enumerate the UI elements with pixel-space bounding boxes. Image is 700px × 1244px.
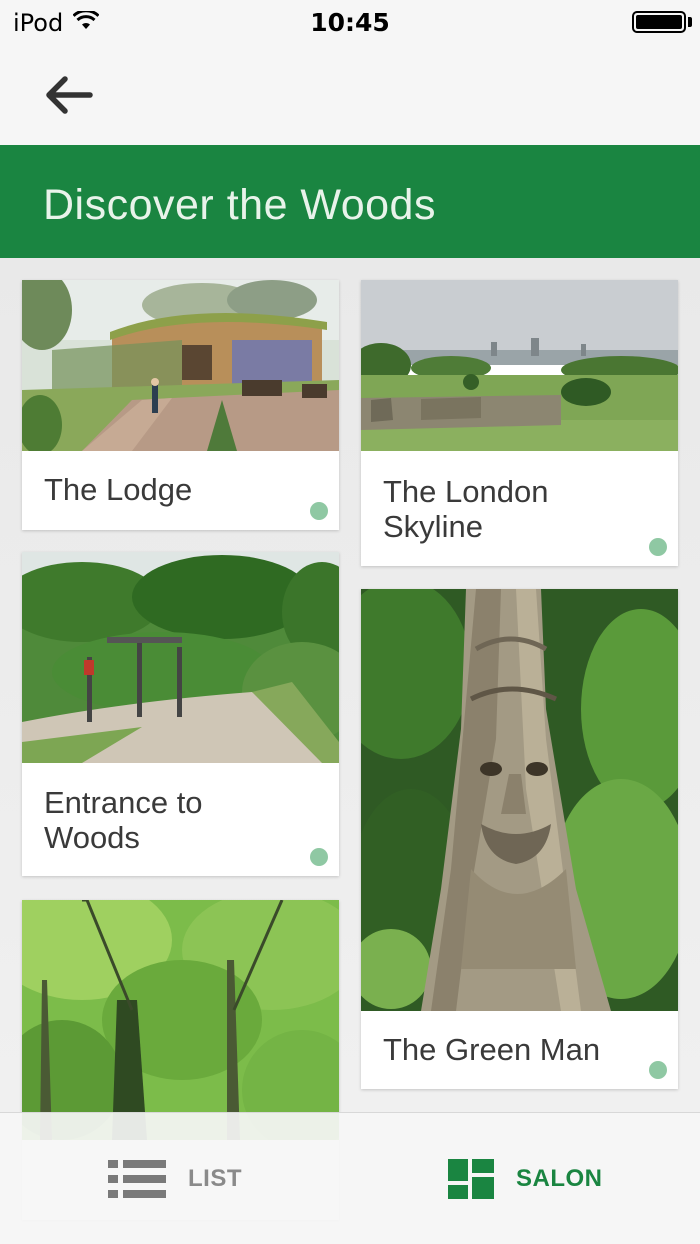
card-the-lodge[interactable]: The Lodge [22,280,339,530]
card-the-london-skyline[interactable]: The London Skyline [361,280,678,566]
salon-grid: The Lodge The London Skyline Entrance to… [0,258,700,1244]
status-time: 10:45 [310,8,390,37]
page-title: Discover the Woods [43,181,436,229]
arrow-left-icon [46,76,93,114]
card-the-green-man[interactable]: The Green Man [361,589,678,1089]
woods-entrance-image [22,552,339,763]
status-dot [649,1061,667,1079]
card-title: The London Skyline [383,474,549,544]
battery-tip [688,17,692,27]
tab-bar: LIST SALON [0,1112,700,1244]
status-bar: iPod 10:45 [0,0,700,44]
lodge-image [22,280,339,451]
tab-salon[interactable]: SALON [448,1113,603,1244]
card-entrance-to-woods[interactable]: Entrance to Woods [22,552,339,876]
status-dot [649,538,667,556]
status-dot [310,502,328,520]
battery-icon [632,11,686,33]
title-banner: Discover the Woods [0,145,700,258]
card-title: The Lodge [44,472,193,507]
grid-icon [448,1159,494,1199]
tree-canopy-image [22,900,339,1140]
card-title: Entrance to Woods [44,785,203,855]
navigation-bar [0,44,700,145]
back-button[interactable] [40,72,100,118]
card-title: The Green Man [383,1032,601,1067]
list-icon [108,1160,166,1198]
tab-list[interactable]: LIST [108,1113,242,1244]
london-skyline-image [361,280,678,451]
status-dot [310,848,328,866]
green-man-image [361,589,678,1011]
tab-label: SALON [516,1165,603,1192]
tab-label: LIST [188,1165,242,1192]
